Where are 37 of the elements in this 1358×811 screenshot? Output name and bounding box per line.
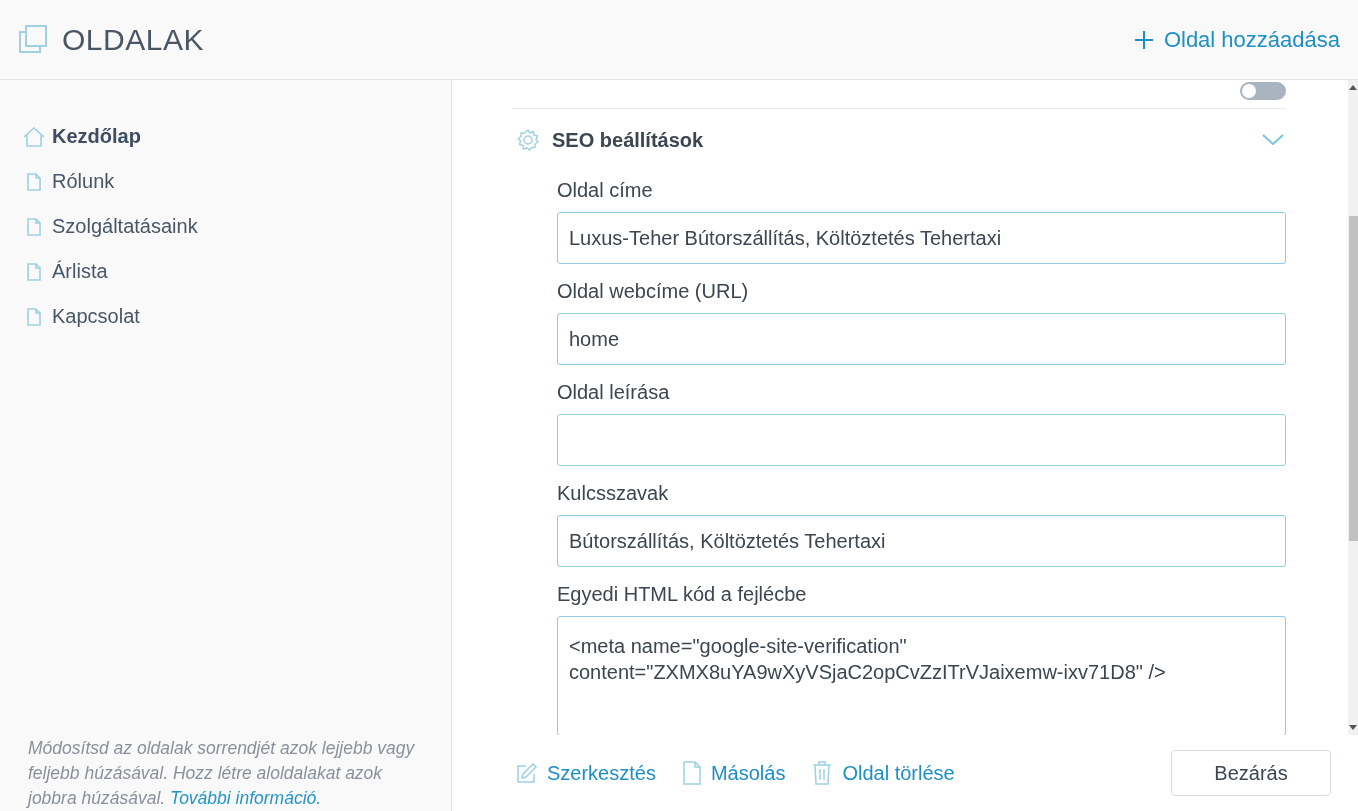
document-icon (26, 261, 42, 282)
seo-section-header[interactable]: SEO beállítások (512, 109, 1286, 171)
field-label: Egyedi HTML kód a fejlécbe (557, 583, 808, 606)
sidebar-item[interactable]: Árlista (22, 249, 451, 294)
close-button[interactable]: Bezárás (1171, 750, 1331, 796)
action-link[interactable]: Oldal törlése (811, 760, 955, 786)
plus-icon (1133, 29, 1154, 50)
input-field[interactable]: Luxus-Teher Bútorszállítás, Költöztetés Tehertaxi (557, 212, 1286, 264)
sidebar-item[interactable]: Kapcsolat (22, 294, 451, 339)
field-label: Oldal webcíme (URL) (557, 280, 750, 303)
help-text: Módosítsd az oldalak sorrendjét azok lejjebb vagy feljebb húzásával. Hozz létre aloldalakat azok jobbra húzásával. További információ. (28, 737, 416, 810)
document-icon (26, 171, 42, 192)
input-field[interactable] (557, 414, 1286, 466)
sidebar-item[interactable]: Szolgáltatásaink (22, 204, 451, 249)
pages-icon (18, 23, 50, 56)
sidebar-item[interactable]: Kezdőlap (22, 114, 451, 159)
settings-icon (516, 128, 540, 152)
field-label: Oldal leírása (557, 381, 671, 404)
document-icon (681, 760, 702, 786)
action-link[interactable]: Másolás (681, 760, 786, 786)
document-icon (26, 306, 42, 327)
pencil-icon (516, 762, 538, 784)
field-label: Oldal címe (557, 179, 654, 202)
toggle-switch[interactable] (1240, 82, 1286, 100)
scrollbar[interactable] (1348, 80, 1358, 735)
document-icon (26, 216, 42, 237)
page-title: OLDALAK (62, 22, 204, 57)
chevron-icon (1262, 134, 1284, 146)
trash-icon (811, 760, 834, 786)
field-label: Kulcsszavak (557, 482, 670, 505)
sidebar-item[interactable]: Rólunk (22, 159, 451, 204)
input-field[interactable]: home (557, 313, 1286, 365)
code-text: <meta name="google-site-verification" content="ZXMX8uYA9wXyVSjaC2opCvZzITrVJaixemw-ixv71D8" /> (569, 635, 1166, 683)
action-link[interactable]: Szerkesztés (516, 760, 656, 786)
input-field[interactable]: Bútorszállítás, Költöztetés Tehertaxi (557, 515, 1286, 567)
scrollbar-thumb[interactable] (1348, 216, 1358, 541)
home-icon (22, 125, 46, 148)
